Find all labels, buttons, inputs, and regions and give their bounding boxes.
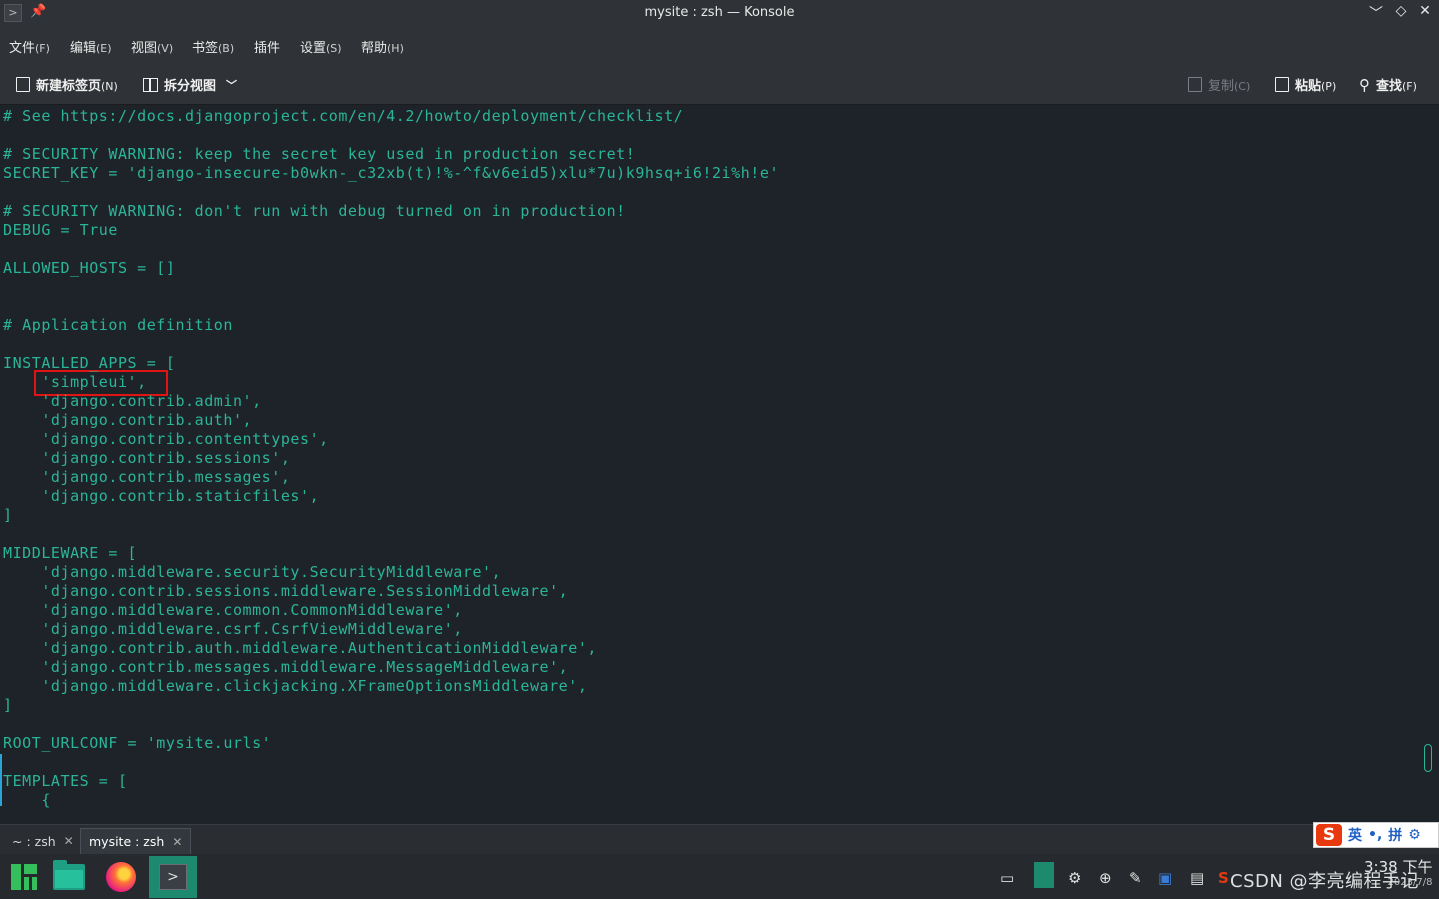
ime-toolbar[interactable]: S 英 •, 拼 ⚙ — [1313, 822, 1439, 848]
maximize-button[interactable]: ◇ — [1391, 3, 1411, 19]
ime-input[interactable]: 拼 — [1388, 825, 1402, 845]
toolbar: 新建标签页(N) 拆分视图 ﹀ 复制(C) 粘贴(P) ⚲ 查找(F) — [0, 64, 1439, 105]
terminal-line: # Application definition — [3, 316, 233, 334]
terminal-line: 'django.contrib.sessions.middleware.Sess… — [3, 582, 569, 600]
menu-edit[interactable]: 编辑(E) — [70, 37, 112, 56]
pen-icon[interactable]: ✎ — [1129, 869, 1142, 887]
menu-help[interactable]: 帮助(H) — [361, 37, 404, 56]
ime-punct[interactable]: •, — [1368, 827, 1382, 843]
terminal-line: 'django.contrib.messages', — [3, 468, 291, 486]
ime-settings-icon[interactable]: ⚙ — [1408, 827, 1421, 843]
terminal-line: 'django.contrib.contenttypes', — [3, 430, 329, 448]
terminal-line: 'django.contrib.sessions', — [3, 449, 291, 467]
file-manager-button[interactable] — [45, 856, 93, 898]
terminal-line: ROOT_URLCONF = 'mysite.urls' — [3, 734, 272, 752]
terminal-line: 'django.middleware.common.CommonMiddlewa… — [3, 601, 463, 619]
kde-connect-icon[interactable]: ▣ — [1158, 869, 1172, 887]
scrollbar-thumb[interactable] — [1424, 744, 1432, 772]
taskbar: > ▭ ⚙ ⊕ ✎ ▣ ▤ S 3:38 下午 2023/7/8 CSDN @李… — [0, 854, 1439, 899]
menu-file[interactable]: 文件(F) — [9, 37, 50, 56]
terminal-line: INSTALLED_APPS = [ — [3, 354, 176, 372]
terminal-line: 'django.middleware.clickjacking.XFrameOp… — [3, 677, 588, 695]
close-tab-icon[interactable]: ✕ — [172, 835, 182, 849]
firefox-icon — [106, 862, 136, 892]
tab-home-zsh[interactable]: ~ : zsh ✕ — [4, 828, 82, 854]
ime-mode[interactable]: 英 — [1348, 825, 1362, 845]
close-button[interactable]: ✕ — [1415, 3, 1435, 19]
window-titlebar: > 📌 mysite : zsh — Konsole ﹀ ◇ ✕ — [0, 0, 1439, 26]
terminal-line: # SECURITY WARNING: keep the secret key … — [3, 145, 636, 163]
close-tab-icon[interactable]: ✕ — [64, 834, 74, 848]
split-view-button[interactable]: 拆分视图 ﹀ — [143, 75, 237, 94]
search-icon: ⚲ — [1359, 75, 1370, 94]
menu-plugins[interactable]: 插件 — [254, 37, 280, 56]
terminal-line: TEMPLATES = [ — [3, 772, 128, 790]
find-button[interactable]: ⚲ 查找(F) — [1359, 75, 1417, 95]
tab-bar: ~ : zsh ✕ mysite : zsh ✕ — [0, 824, 1439, 854]
menu-settings[interactable]: 设置(S) — [300, 37, 342, 56]
terminal-line: 'django.contrib.messages.middleware.Mess… — [3, 658, 569, 676]
copy-button[interactable]: 复制(C) — [1188, 75, 1250, 94]
terminal-scrollbar[interactable] — [1418, 106, 1439, 824]
paste-icon — [1275, 77, 1289, 92]
terminal-line: 'django.contrib.auth.middleware.Authenti… — [3, 639, 598, 657]
clipboard-icon[interactable]: ▤ — [1190, 869, 1204, 887]
konsole-task-button[interactable]: > — [149, 856, 197, 898]
sogou-logo-icon: S — [1316, 824, 1342, 846]
terminal-line: # See https://docs.djangoproject.com/en/… — [3, 107, 684, 125]
terminal-line: 'simpleui', — [3, 373, 147, 391]
new-tab-button[interactable]: 新建标签页(N) — [16, 75, 118, 94]
sogou-tray-icon[interactable]: S — [1218, 869, 1229, 887]
terminal-line: ] — [3, 696, 13, 714]
menubar: 文件(F) 编辑(E) 视图(V) 书签(B) 插件 设置(S) 帮助(H) — [0, 26, 1439, 64]
copy-icon — [1188, 77, 1202, 92]
terminal-line: 'django.contrib.staticfiles', — [3, 487, 320, 505]
folder-icon — [53, 860, 85, 890]
terminal-line: ALLOWED_HOSTS = [] — [3, 259, 176, 277]
csdn-watermark: CSDN @李亮编程手记 — [1230, 871, 1420, 892]
konsole-icon: > — [159, 864, 187, 890]
pager-icon[interactable] — [1034, 862, 1054, 888]
terminal-line: # SECURITY WARNING: don't run with debug… — [3, 202, 626, 220]
firefox-button[interactable] — [97, 856, 145, 898]
terminal-line: { — [3, 791, 51, 809]
minimize-button[interactable]: ﹀ — [1366, 3, 1386, 23]
scroll-marker — [0, 754, 2, 806]
update-icon[interactable]: ⊕ — [1099, 869, 1112, 887]
manjaro-logo-icon — [11, 864, 37, 890]
window-title: mysite : zsh — Konsole — [644, 5, 795, 20]
paste-button[interactable]: 粘贴(P) — [1275, 75, 1336, 94]
terminal-line: 'django.contrib.admin', — [3, 392, 262, 410]
tab-mysite-zsh[interactable]: mysite : zsh ✕ — [80, 828, 192, 854]
terminal-line: 'django.middleware.csrf.CsrfViewMiddlewa… — [3, 620, 463, 638]
terminal-line: 'django.contrib.auth', — [3, 411, 253, 429]
split-view-icon — [143, 77, 158, 92]
terminal-line: ] — [3, 506, 13, 524]
chevron-down-icon: ﹀ — [226, 78, 238, 92]
terminal-line: MIDDLEWARE = [ — [3, 544, 138, 562]
app-launcher-button[interactable] — [0, 856, 48, 898]
menu-view[interactable]: 视图(V) — [131, 37, 173, 56]
network-icon[interactable]: ⚙ — [1068, 869, 1081, 887]
show-desktop-icon[interactable]: ▭ — [1000, 869, 1014, 887]
menu-bookmarks[interactable]: 书签(B) — [192, 37, 234, 56]
new-tab-icon — [16, 77, 30, 92]
terminal-line: SECRET_KEY = 'django-insecure-b0wkn-_c32… — [3, 164, 780, 182]
terminal-line: 'django.middleware.security.SecurityMidd… — [3, 563, 502, 581]
terminal-output[interactable]: # See https://docs.djangoproject.com/en/… — [0, 106, 1418, 824]
terminal-line: DEBUG = True — [3, 221, 118, 239]
